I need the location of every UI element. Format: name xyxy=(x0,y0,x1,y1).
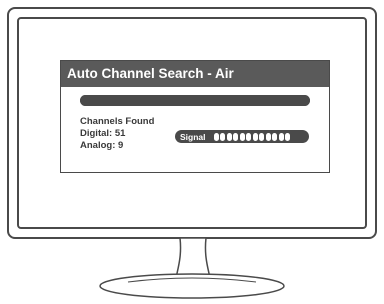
signal-segment xyxy=(226,132,232,141)
channels-found-summary: Channels Found Digital: 51 Analog: 9 xyxy=(80,116,154,152)
signal-segment xyxy=(220,132,226,141)
search-progress-fill xyxy=(80,95,310,106)
signal-segments xyxy=(213,132,291,141)
signal-segment xyxy=(285,132,291,141)
signal-label: Signal xyxy=(180,131,206,142)
signal-segment xyxy=(213,132,219,141)
auto-channel-search-dialog: Auto Channel Search - Air Channels Found… xyxy=(60,60,330,173)
signal-segment xyxy=(252,132,258,141)
signal-segment xyxy=(265,132,271,141)
signal-segment xyxy=(233,132,239,141)
signal-segment xyxy=(259,132,265,141)
signal-segment xyxy=(239,132,245,141)
search-progress-bar xyxy=(80,95,310,106)
channels-found-heading: Channels Found xyxy=(80,116,155,127)
signal-strength-meter: Signal xyxy=(175,130,309,143)
signal-segment xyxy=(278,132,284,141)
dialog-title: Auto Channel Search - Air xyxy=(61,61,329,87)
monitor-stand-base xyxy=(99,273,285,299)
signal-segment xyxy=(272,132,278,141)
analog-count: Analog: 9 xyxy=(80,140,124,151)
signal-segment xyxy=(246,132,252,141)
digital-count: Digital: 51 xyxy=(80,128,126,139)
